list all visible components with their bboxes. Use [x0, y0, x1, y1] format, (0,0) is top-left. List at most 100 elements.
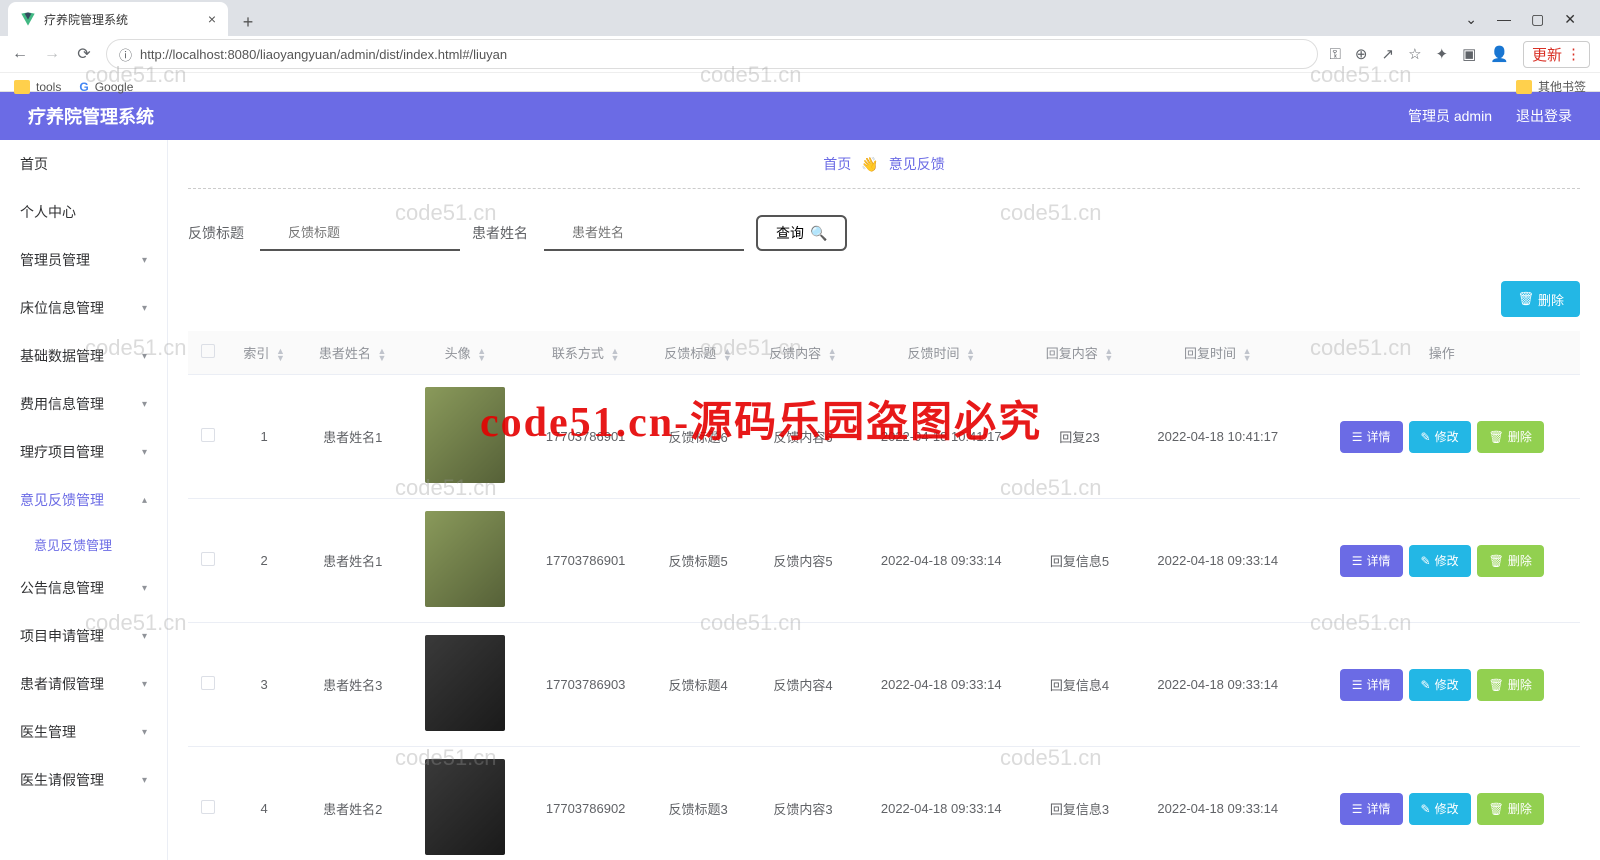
cell-ops: ☰ 详情✎ 修改🗑 删除 [1304, 623, 1580, 747]
window-close-icon[interactable]: ✕ [1564, 11, 1576, 28]
th-4[interactable]: 反馈标题 ▲▼ [646, 331, 751, 375]
sidebar-item-label: 床位信息管理 [20, 298, 104, 318]
profile-icon[interactable]: 👤 [1490, 45, 1509, 63]
delete-button[interactable]: 🗑 删除 [1477, 793, 1544, 825]
sort-icon[interactable]: ▲▼ [610, 348, 619, 362]
th-5[interactable]: 反馈内容 ▲▼ [751, 331, 856, 375]
cell-ftime: 2022-04-18 09:33:14 [855, 623, 1027, 747]
row-checkbox[interactable] [201, 552, 215, 566]
tab-bar: 疗养院管理系统 × + ⌄ — ▢ ✕ [0, 0, 1600, 36]
sidepanel-icon[interactable]: ▣ [1462, 45, 1476, 63]
feedback-title-input[interactable] [260, 215, 460, 251]
new-tab-button[interactable]: + [234, 8, 262, 36]
select-all-checkbox[interactable] [201, 344, 215, 358]
cell-idx: 2 [228, 499, 300, 623]
sidebar-item-2[interactable]: 管理员管理▾ [0, 236, 167, 284]
sidebar-item-1[interactable]: 个人中心 [0, 188, 167, 236]
browser-chrome: 疗养院管理系统 × + ⌄ — ▢ ✕ ← → ⟳ ⓘ http://local… [0, 0, 1600, 92]
url-input[interactable]: ⓘ http://localhost:8080/liaoyangyuan/adm… [106, 39, 1318, 69]
delete-button[interactable]: 🗑 删除 [1477, 545, 1544, 577]
maximize-icon[interactable]: ▢ [1531, 11, 1544, 28]
sidebar-item-0[interactable]: 首页 [0, 140, 167, 188]
forward-icon[interactable]: → [42, 44, 62, 64]
row-checkbox[interactable] [201, 428, 215, 442]
row-checkbox[interactable] [201, 800, 215, 814]
reload-icon[interactable]: ⟳ [74, 44, 94, 64]
edit-button[interactable]: ✎ 修改 [1409, 545, 1471, 577]
th-7[interactable]: 回复内容 ▲▼ [1027, 331, 1132, 375]
sidebar-item-8[interactable]: 公告信息管理▾ [0, 564, 167, 612]
breadcrumb-home[interactable]: 首页 [823, 154, 851, 174]
cell-avatar [405, 499, 526, 623]
bulk-delete-button[interactable]: 🗑删除 [1501, 281, 1580, 317]
edit-button[interactable]: ✎ 修改 [1409, 669, 1471, 701]
detail-button[interactable]: ☰ 详情 [1340, 793, 1403, 825]
detail-button[interactable]: ☰ 详情 [1340, 421, 1403, 453]
table-row: 1患者姓名117703786901反馈标题6反馈内容62022-04-18 10… [188, 375, 1580, 499]
sort-icon[interactable]: ▲▼ [1243, 348, 1252, 362]
sort-icon[interactable]: ▲▼ [723, 348, 732, 362]
patient-name-input[interactable] [544, 215, 744, 251]
minimize-icon[interactable]: — [1497, 11, 1511, 27]
sort-icon[interactable]: ▲▼ [1104, 348, 1113, 362]
delete-button[interactable]: 🗑 删除 [1477, 421, 1544, 453]
edit-button[interactable]: ✎ 修改 [1409, 793, 1471, 825]
folder-icon [1516, 80, 1532, 94]
delete-button[interactable]: 🗑 删除 [1477, 669, 1544, 701]
query-button[interactable]: 查询🔍 [756, 215, 847, 251]
share-icon[interactable]: ↗ [1382, 45, 1395, 63]
th-0[interactable]: 索引 ▲▼ [228, 331, 300, 375]
th-9[interactable]: 操作 [1304, 331, 1580, 375]
site-info-icon[interactable]: ⓘ [119, 45, 132, 64]
extensions-icon[interactable]: ✦ [1436, 45, 1449, 63]
key-icon[interactable]: ⚿ [1330, 46, 1341, 63]
chevron-down-icon: ▾ [142, 255, 147, 266]
bookmark-other[interactable]: 其他书签 [1516, 78, 1586, 95]
cell-title: 反馈标题3 [646, 747, 751, 860]
tab-close-icon[interactable]: × [208, 11, 216, 27]
edit-button[interactable]: ✎ 修改 [1409, 421, 1471, 453]
current-user[interactable]: 管理员 admin [1408, 106, 1492, 126]
cell-phone: 17703786901 [526, 499, 646, 623]
cell-avatar [405, 747, 526, 860]
browser-tab[interactable]: 疗养院管理系统 × [8, 2, 228, 36]
sidebar-item-5[interactable]: 费用信息管理▾ [0, 380, 167, 428]
logout-button[interactable]: 退出登录 [1516, 106, 1572, 126]
bookmark-google[interactable]: GGoogle [79, 80, 133, 94]
cell-phone: 17703786901 [526, 375, 646, 499]
bookmark-tools[interactable]: tools [14, 80, 61, 94]
detail-button[interactable]: ☰ 详情 [1340, 545, 1403, 577]
th-2[interactable]: 头像 ▲▼ [405, 331, 526, 375]
toolbar-right: ⚿ ⊕ ↗ ☆ ✦ ▣ 👤 更新 ⋮ [1330, 41, 1591, 68]
back-icon[interactable]: ← [10, 44, 30, 64]
th-3[interactable]: 联系方式 ▲▼ [526, 331, 646, 375]
sidebar-item-10[interactable]: 患者请假管理▾ [0, 660, 167, 708]
cell-reply: 回复信息4 [1027, 623, 1132, 747]
sort-icon[interactable]: ▲▼ [477, 348, 486, 362]
sidebar-item-6[interactable]: 理疗项目管理▾ [0, 428, 167, 476]
sidebar-item-7[interactable]: 意见反馈管理▴ [0, 476, 167, 524]
sidebar-subitem-feedback[interactable]: 意见反馈管理 [0, 524, 167, 564]
translate-icon[interactable]: ⊕ [1355, 45, 1368, 63]
bookmark-icon[interactable]: ☆ [1408, 45, 1421, 63]
sidebar-item-label: 公告信息管理 [20, 578, 104, 598]
detail-button[interactable]: ☰ 详情 [1340, 669, 1403, 701]
sort-icon[interactable]: ▲▼ [378, 348, 387, 362]
sort-icon[interactable]: ▲▼ [276, 348, 285, 362]
sort-icon[interactable]: ▲▼ [966, 348, 975, 362]
th-8[interactable]: 回复时间 ▲▼ [1132, 331, 1304, 375]
row-checkbox[interactable] [201, 676, 215, 690]
th-6[interactable]: 反馈时间 ▲▼ [855, 331, 1027, 375]
sidebar-item-12[interactable]: 医生请假管理▾ [0, 756, 167, 804]
th-1[interactable]: 患者姓名 ▲▼ [300, 331, 405, 375]
chevron-down-icon[interactable]: ⌄ [1465, 11, 1477, 28]
sidebar-item-3[interactable]: 床位信息管理▾ [0, 284, 167, 332]
cell-name: 患者姓名3 [300, 623, 405, 747]
sort-icon[interactable]: ▲▼ [828, 348, 837, 362]
edit-icon: ✎ [1421, 554, 1431, 568]
update-button[interactable]: 更新 ⋮ [1523, 41, 1590, 68]
sidebar-item-label: 患者请假管理 [20, 674, 104, 694]
sidebar-item-9[interactable]: 项目申请管理▾ [0, 612, 167, 660]
sidebar-item-4[interactable]: 基础数据管理▾ [0, 332, 167, 380]
sidebar-item-11[interactable]: 医生管理▾ [0, 708, 167, 756]
